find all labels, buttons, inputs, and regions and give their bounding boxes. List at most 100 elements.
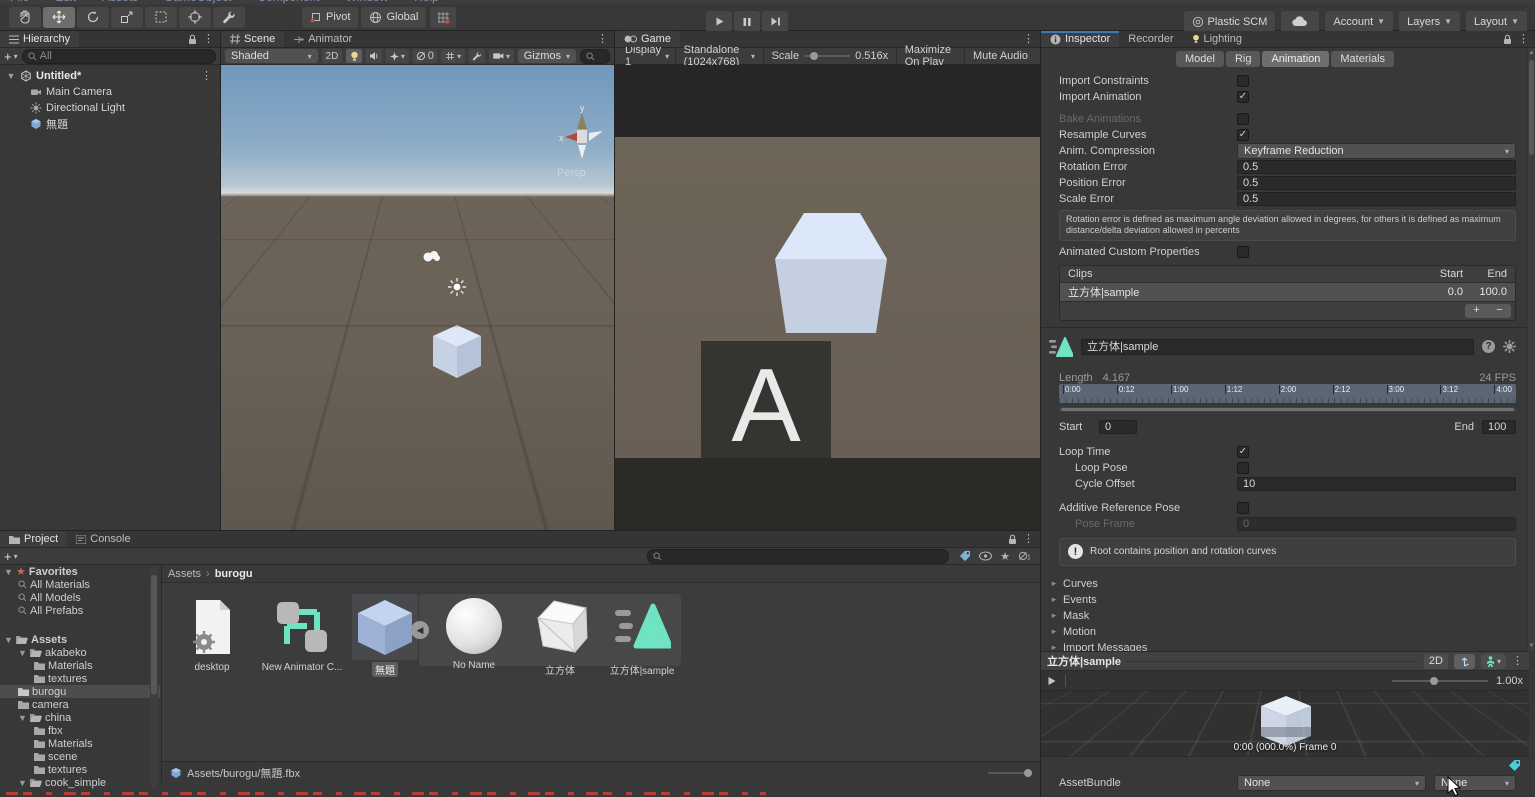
tab-inspector[interactable]: Inspector bbox=[1041, 31, 1119, 47]
preview-play-button[interactable] bbox=[1047, 676, 1057, 686]
preview-speed-knob[interactable] bbox=[1430, 677, 1438, 685]
grid-snap-button[interactable] bbox=[430, 7, 456, 28]
tab-rig[interactable]: Rig bbox=[1226, 51, 1261, 67]
tab-animation[interactable]: Animation bbox=[1262, 51, 1329, 67]
status-bar[interactable] bbox=[0, 790, 1040, 797]
preview-2d-button[interactable]: 2D bbox=[1424, 654, 1448, 669]
foldout-mask[interactable]: ▸Mask bbox=[1041, 608, 1529, 624]
scale-slider-track[interactable] bbox=[804, 55, 850, 57]
layout-dropdown[interactable]: Layout▼ bbox=[1466, 11, 1527, 32]
import-constraints-checkbox[interactable] bbox=[1237, 75, 1249, 87]
tab-animator[interactable]: Animator bbox=[284, 31, 361, 47]
search-by-label-icon[interactable] bbox=[979, 551, 992, 561]
preview-viewport[interactable]: 0:00 (000.0%) Frame 0 bbox=[1041, 691, 1529, 756]
play-button[interactable] bbox=[706, 11, 732, 32]
scene-panel-menu-icon[interactable]: ⋮ bbox=[597, 34, 608, 45]
inspector-menu-icon[interactable]: ⋮ bbox=[1518, 34, 1529, 45]
scene-tools-button[interactable] bbox=[469, 49, 485, 63]
tree-item-cook-simple[interactable]: ▼cook_simple bbox=[0, 776, 160, 789]
hidden-count-icon[interactable]: 1 bbox=[1018, 551, 1030, 561]
assetbundle-dropdown[interactable]: None▾ bbox=[1237, 775, 1426, 791]
scene-viewport[interactable]: x y Persp bbox=[221, 65, 614, 530]
scene-audio-toggle[interactable] bbox=[366, 49, 382, 63]
lock-icon[interactable] bbox=[1503, 34, 1512, 45]
tree-item-textures-2[interactable]: textures bbox=[0, 763, 160, 776]
gizmos-dropdown[interactable]: Gizmos▾ bbox=[518, 49, 576, 63]
tree-item-all-materials[interactable]: All Materials bbox=[0, 578, 160, 591]
remove-clip-button[interactable]: − bbox=[1488, 304, 1511, 318]
tree-scrollbar[interactable] bbox=[150, 567, 158, 787]
scene-camera-dropdown[interactable]: ▾ bbox=[489, 49, 513, 63]
foldout-curves[interactable]: ▸Curves bbox=[1041, 576, 1529, 592]
global-toggle-button[interactable]: Global bbox=[361, 7, 426, 28]
scale-tool-button[interactable] bbox=[111, 7, 143, 28]
tree-item-all-models[interactable]: All Models bbox=[0, 591, 160, 604]
grid-visibility-dropdown[interactable]: ▾ bbox=[441, 49, 465, 63]
effects-dropdown[interactable]: ▾ bbox=[386, 49, 409, 63]
search-by-type-icon[interactable] bbox=[959, 550, 971, 562]
save-search-star-icon[interactable]: ★ bbox=[1000, 550, 1010, 563]
preview-avatar-dropdown[interactable]: ▾ bbox=[1481, 654, 1506, 669]
sub-assets-expander-button[interactable]: ◀ bbox=[411, 621, 429, 639]
scene-menu-icon[interactable]: ⋮ bbox=[201, 71, 212, 82]
loop-pose-checkbox[interactable] bbox=[1237, 462, 1249, 474]
thumbnail-size-slider[interactable] bbox=[988, 772, 1032, 774]
scale-slider-knob[interactable] bbox=[810, 52, 818, 60]
scene-lighting-toggle[interactable] bbox=[346, 49, 362, 63]
breadcrumb-burogu[interactable]: burogu bbox=[215, 568, 253, 580]
cycle-offset-field[interactable]: 10 bbox=[1237, 477, 1516, 491]
tree-item-textures[interactable]: textures bbox=[0, 672, 160, 685]
pivot-toggle-button[interactable]: Pivot bbox=[302, 7, 358, 28]
custom-tool-button[interactable] bbox=[213, 7, 245, 28]
scale-slider[interactable]: Scale 0.516x bbox=[764, 50, 897, 62]
tree-item-scene[interactable]: scene bbox=[0, 750, 160, 763]
clip-timeline-ruler[interactable]: 0:000:121:00 1:122:002:12 3:003:124:00 bbox=[1059, 384, 1516, 403]
clip-range-scrollbar[interactable] bbox=[1059, 407, 1516, 412]
tree-item-all-prefabs[interactable]: All Prefabs bbox=[0, 604, 160, 617]
create-button[interactable]: +▾ bbox=[4, 50, 18, 63]
draw-mode-dropdown[interactable]: Shaded▾ bbox=[225, 49, 318, 63]
additive-reference-pose-checkbox[interactable] bbox=[1237, 502, 1249, 514]
tab-materials[interactable]: Materials bbox=[1331, 51, 1394, 67]
breadcrumb-assets[interactable]: Assets bbox=[168, 568, 201, 580]
asset-desktop[interactable]: desktop bbox=[172, 598, 252, 673]
tree-item-favorites[interactable]: ▼★Favorites bbox=[0, 565, 160, 578]
tree-item-camera[interactable]: camera bbox=[0, 698, 160, 711]
clip-end-field[interactable]: 100 bbox=[1482, 420, 1516, 434]
asset-new-animator-controller[interactable]: New Animator C... bbox=[262, 598, 342, 673]
asset-labels-icon[interactable] bbox=[1508, 759, 1521, 772]
scene-orientation-gizmo[interactable]: x y bbox=[551, 101, 613, 167]
scene-search-input[interactable] bbox=[580, 49, 610, 64]
account-dropdown[interactable]: Account▼ bbox=[1325, 11, 1393, 32]
hierarchy-search-input[interactable]: All bbox=[22, 49, 216, 64]
hierarchy-item-main-camera[interactable]: Main Camera bbox=[0, 84, 220, 100]
position-error-field[interactable]: 0.5 bbox=[1237, 176, 1516, 190]
tree-item-burogu[interactable]: burogu bbox=[0, 685, 160, 698]
hierarchy-scene-row[interactable]: ▼ Untitled* ⋮ bbox=[0, 68, 220, 84]
foldout-import-messages[interactable]: ▸Import Messages bbox=[1041, 640, 1529, 652]
gear-icon[interactable] bbox=[1503, 340, 1516, 353]
asset-rippoutai-mesh[interactable]: 立方体 bbox=[520, 598, 600, 677]
asset-no-name-material[interactable]: No Name bbox=[434, 598, 514, 671]
preview-menu-icon[interactable]: ⋮ bbox=[1512, 656, 1523, 667]
foldout-motion[interactable]: ▸Motion bbox=[1041, 624, 1529, 640]
hierarchy-item-mudai-prefab[interactable]: 無題 bbox=[0, 116, 220, 132]
transform-tool-button[interactable] bbox=[179, 7, 211, 28]
foldout-events[interactable]: ▸Events bbox=[1041, 592, 1529, 608]
preview-pivot-button[interactable] bbox=[1454, 654, 1475, 669]
tree-item-china[interactable]: ▼china bbox=[0, 711, 160, 724]
move-tool-button[interactable] bbox=[43, 7, 75, 28]
rotate-tool-button[interactable] bbox=[77, 7, 109, 28]
layers-dropdown[interactable]: Layers▼ bbox=[1399, 11, 1460, 32]
scale-error-field[interactable]: 0.5 bbox=[1237, 192, 1516, 206]
help-icon[interactable]: ? bbox=[1482, 340, 1495, 353]
cloud-services-button[interactable] bbox=[1281, 11, 1319, 32]
step-button[interactable] bbox=[762, 11, 788, 32]
anim-compression-dropdown[interactable]: Keyframe Reduction▾ bbox=[1237, 143, 1516, 159]
tab-project[interactable]: Project bbox=[0, 531, 67, 547]
lock-icon[interactable] bbox=[188, 34, 197, 45]
tree-item-assets[interactable]: ▼Assets bbox=[0, 633, 160, 646]
tree-item-fbx[interactable]: fbx bbox=[0, 724, 160, 737]
mute-audio-toggle[interactable]: Mute Audio bbox=[965, 50, 1036, 62]
hierarchy-item-directional-light[interactable]: Directional Light bbox=[0, 100, 220, 116]
